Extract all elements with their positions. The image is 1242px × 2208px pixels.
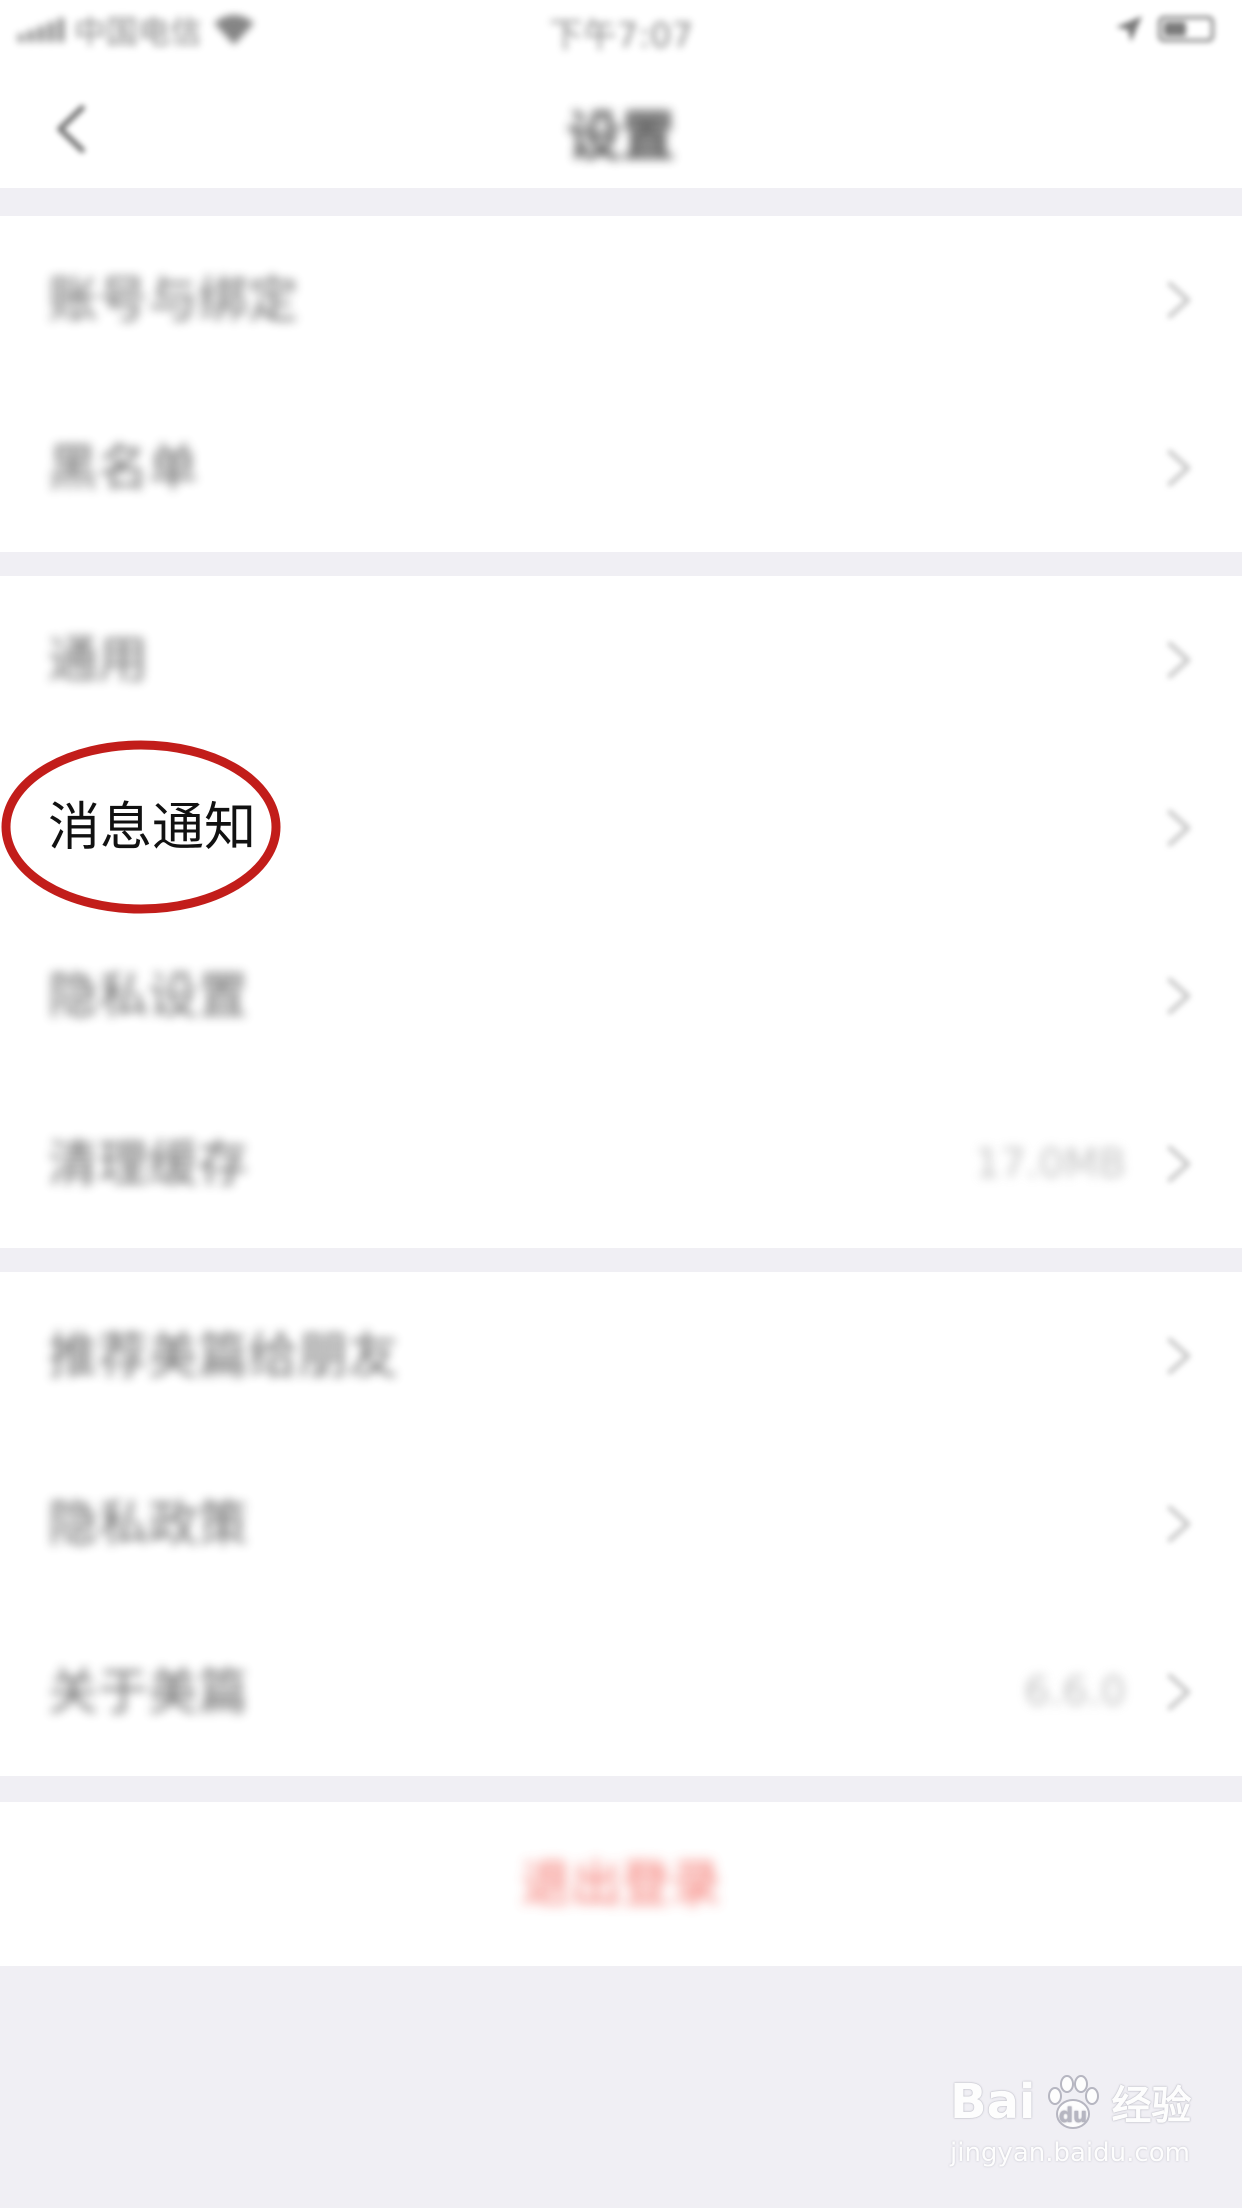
chevron-right-icon <box>1167 449 1191 487</box>
settings-row-privacy-policy[interactable]: 隐私政策 <box>0 1440 1242 1608</box>
logout-button[interactable]: 退出登录 <box>0 1802 1242 1966</box>
nav-bar: 设置 <box>0 64 1242 188</box>
watermark: Bai du 经验 jingyan.baidu.com <box>950 2070 1210 2190</box>
watermark-url: jingyan.baidu.com <box>950 2138 1190 2168</box>
settings-group-account: 账号与绑定 黑名单 <box>0 216 1242 552</box>
settings-row-about[interactable]: 关于美篇 6.6.0 <box>0 1608 1242 1776</box>
version-value: 6.6.0 <box>1024 1669 1126 1715</box>
chevron-right-icon <box>1167 1673 1191 1711</box>
chevron-right-icon <box>1167 1145 1191 1183</box>
settings-row-label: 清理缓存 <box>48 1135 248 1193</box>
paw-icon: du <box>1048 2075 1100 2129</box>
watermark-brand-right: 经验 <box>1111 2083 1192 2129</box>
settings-row-label: 账号与绑定 <box>48 271 298 329</box>
settings-row-clear-cache[interactable]: 清理缓存 17.0MB <box>0 1080 1242 1248</box>
logout-group: 退出登录 <box>0 1802 1242 1966</box>
status-bar: 中国电信 下午7:07 <box>0 0 1242 64</box>
chevron-right-icon <box>1167 281 1191 319</box>
settings-row-label: 黑名单 <box>48 439 198 497</box>
settings-row-account-binding[interactable]: 账号与绑定 <box>0 216 1242 384</box>
watermark-brand-left: Bai <box>950 2074 1036 2130</box>
chevron-right-icon <box>1167 641 1191 679</box>
settings-row-label: 推荐美篇给朋友 <box>48 1327 398 1385</box>
settings-row-label: 通用 <box>48 631 148 689</box>
status-right <box>1114 14 1214 44</box>
settings-row-label: 隐私设置 <box>48 967 248 1025</box>
watermark-brand: Bai du 经验 <box>950 2070 1210 2134</box>
chevron-right-icon <box>1167 1505 1191 1543</box>
settings-row-blacklist[interactable]: 黑名单 <box>0 384 1242 552</box>
cache-size-value: 17.0MB <box>974 1141 1126 1187</box>
settings-row-general[interactable]: 通用 <box>0 576 1242 744</box>
battery-icon <box>1158 16 1214 42</box>
settings-group-general: 通用 消息通知 隐私设置 清理缓存 17.0MB <box>0 576 1242 1248</box>
page-title: 设置 <box>567 105 675 168</box>
settings-row-notifications[interactable]: 消息通知 <box>0 744 1242 912</box>
chevron-right-icon <box>1167 977 1191 1015</box>
settings-row-label: 消息通知 <box>48 798 257 858</box>
settings-row-recommend[interactable]: 推荐美篇给朋友 <box>0 1272 1242 1440</box>
chevron-right-icon <box>1167 1337 1191 1375</box>
chevron-right-icon <box>1167 809 1191 847</box>
svg-text:du: du <box>1059 2103 1088 2127</box>
settings-group-about: 推荐美篇给朋友 隐私政策 关于美篇 6.6.0 <box>0 1272 1242 1776</box>
settings-row-label: 隐私政策 <box>48 1495 248 1553</box>
settings-row-label: 关于美篇 <box>48 1663 248 1721</box>
status-time: 下午7:07 <box>548 16 694 56</box>
settings-row-privacy-settings[interactable]: 隐私设置 <box>0 912 1242 1080</box>
location-icon <box>1116 16 1142 42</box>
